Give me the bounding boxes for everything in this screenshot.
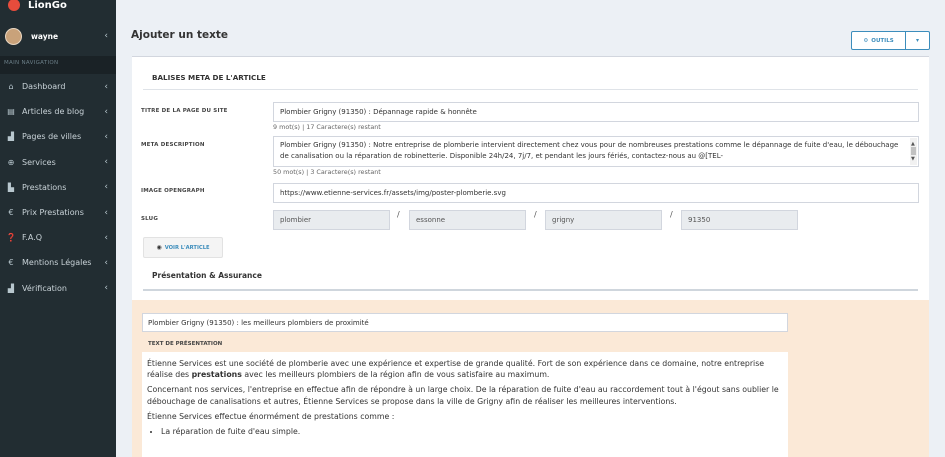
page-title: Ajouter un texte <box>131 29 229 41</box>
slug-part-input[interactable]: plombier <box>273 210 390 230</box>
presentation-section-title: Présentation & Assurance <box>152 271 262 280</box>
chevron-left-icon: ‹ <box>104 157 108 168</box>
sidebar-item-prix[interactable]: € Prix Prestations ‹ <box>0 200 116 225</box>
sidebar-item-label: F.A.Q <box>22 233 43 243</box>
sidebar-item-faq[interactable]: ❓ F.A.Q ‹ <box>0 225 116 250</box>
view-article-button[interactable]: ◉ VOIR L'ARTICLE <box>143 237 223 258</box>
sidebar-item-label: Mentions Légales <box>22 258 92 268</box>
sidebar-item-dashboard[interactable]: ⌂ Dashboard ‹ <box>0 74 116 99</box>
editor-paragraph: Concernant nos services, l'entreprise en… <box>147 385 779 406</box>
user-panel[interactable]: wayne ‹ <box>0 16 116 56</box>
meta-description-counter: 50 mot(s) | 3 Caractere(s) restant <box>273 168 381 176</box>
sidebar-item-articles[interactable]: ▤ Articles de blog ‹ <box>0 99 116 124</box>
slug-part-input[interactable]: grigny <box>545 210 662 230</box>
chevron-left-icon: ‹ <box>104 207 108 218</box>
sidebar-item-label: Prestations <box>22 182 67 192</box>
chevron-left-icon: ‹ <box>104 283 108 294</box>
meta-section-title: BALISES META DE L'ARTICLE <box>152 73 266 82</box>
list-icon: ▤ <box>7 107 15 117</box>
eye-icon: ◉ <box>156 244 162 251</box>
article-form: BALISES META DE L'ARTICLE TITRE DE LA PA… <box>132 56 929 457</box>
og-image-input[interactable]: https://www.etienne-services.fr/assets/i… <box>273 183 919 203</box>
euro-icon: € <box>8 258 14 268</box>
main-content: Ajouter un texte ⚙ OUTILS ▾ BALISES META… <box>116 0 945 457</box>
slug-label: SLUG <box>141 216 159 222</box>
divider <box>143 89 918 90</box>
editor-bold-text: prestations <box>191 370 242 380</box>
slug-part-input[interactable]: essonne <box>409 210 526 230</box>
page-title-input[interactable]: Plombier Grigny (91350) : Dépannage rapi… <box>273 102 919 122</box>
tools-button[interactable]: ⚙ OUTILS <box>851 31 906 50</box>
chevron-left-icon: ‹ <box>104 257 108 268</box>
page-title-counter: 9 mot(s) | 17 Caractere(s) restant <box>273 123 381 131</box>
euro-icon: € <box>8 208 14 218</box>
page-title-label: TITRE DE LA PAGE DU SITE <box>141 108 228 114</box>
sidebar-item-label: Pages de villes <box>22 132 82 142</box>
caret-down-icon: ▾ <box>915 37 919 44</box>
sidebar-item-label: Vérification <box>22 283 67 293</box>
scrollbar[interactable]: ▲ ▼ <box>910 138 917 165</box>
nav-header: MAIN NAVIGATION <box>0 56 116 74</box>
editor-paragraph: Étienne Services est une société de plom… <box>147 358 783 380</box>
lion-logo-icon <box>8 0 20 11</box>
brand[interactable]: LionGo <box>0 0 116 16</box>
sidebar-item-mentions[interactable]: € Mentions Légales ‹ <box>0 250 116 275</box>
chart-icon: ▟ <box>7 283 15 293</box>
sidebar-item-label: Prix Prestations <box>22 208 84 218</box>
building-icon: ▙ <box>7 182 15 192</box>
editor-list: La réparation de fuite d'eau simple. <box>147 426 783 437</box>
presentation-heading-input[interactable]: Plombier Grigny (91350) : les meilleurs … <box>142 313 788 332</box>
chevron-left-icon: ‹ <box>104 106 108 117</box>
slug-separator: / <box>670 210 673 219</box>
presentation-text-label: TEXT DE PRÉSENTATION <box>148 341 223 347</box>
sidebar-item-prestations[interactable]: ▙ Prestations ‹ <box>0 175 116 200</box>
chevron-left-icon: ‹ <box>104 182 108 193</box>
gear-icon: ⚙ <box>863 37 869 44</box>
chevron-left-icon: ‹ <box>104 232 108 243</box>
chart-icon: ▟ <box>7 132 15 142</box>
sidebar-item-label: Articles de blog <box>22 107 85 117</box>
og-image-label: IMAGE OPENGRAPH <box>141 188 205 194</box>
slug-separator: / <box>534 210 537 219</box>
tools-dropdown-toggle[interactable]: ▾ <box>905 31 930 50</box>
user-name: wayne <box>31 31 59 41</box>
tools-button-label: OUTILS <box>871 37 894 44</box>
slug-separator: / <box>397 210 400 219</box>
sidebar-item-label: Dashboard <box>22 82 66 92</box>
meta-description-textarea[interactable]: Plombier Grigny (91350) : Notre entrepri… <box>273 136 919 167</box>
meta-description-text: Plombier Grigny (91350) : Notre entrepri… <box>280 141 899 160</box>
globe-icon: ⊕ <box>7 157 15 167</box>
chevron-left-icon: ‹ <box>104 131 108 142</box>
divider <box>143 289 918 291</box>
sidebar-item-services[interactable]: ⊕ Services ‹ <box>0 150 116 175</box>
sidebar-item-verification[interactable]: ▟ Vérification ‹ <box>0 276 116 301</box>
meta-description-label: META DESCRIPTION <box>141 142 205 148</box>
question-icon: ❓ <box>6 233 16 243</box>
editor-paragraph: Étienne Services effectue énormément de … <box>147 411 395 421</box>
sidebar-item-villes[interactable]: ▟ Pages de villes ‹ <box>0 124 116 149</box>
sidebar: LionGo wayne ‹ MAIN NAVIGATION ⌂ Dashboa… <box>0 0 116 457</box>
presentation-panel: Plombier Grigny (91350) : les meilleurs … <box>132 300 929 457</box>
presentation-text-editor[interactable]: Étienne Services est une société de plom… <box>142 352 788 457</box>
chevron-left-icon: ‹ <box>104 81 108 92</box>
scroll-down-icon[interactable]: ▼ <box>911 154 915 165</box>
sidebar-item-label: Services <box>22 157 56 167</box>
view-article-label: VOIR L'ARTICLE <box>164 244 210 251</box>
slug-part-input[interactable]: 91350 <box>681 210 798 230</box>
editor-text: avec les meilleurs plombiers de la régio… <box>241 370 550 380</box>
app-name: LionGo <box>28 0 67 11</box>
home-icon: ⌂ <box>8 82 14 92</box>
chevron-left-icon: ‹ <box>104 31 108 41</box>
list-item: La réparation de fuite d'eau simple. <box>161 426 783 437</box>
avatar <box>5 27 22 45</box>
